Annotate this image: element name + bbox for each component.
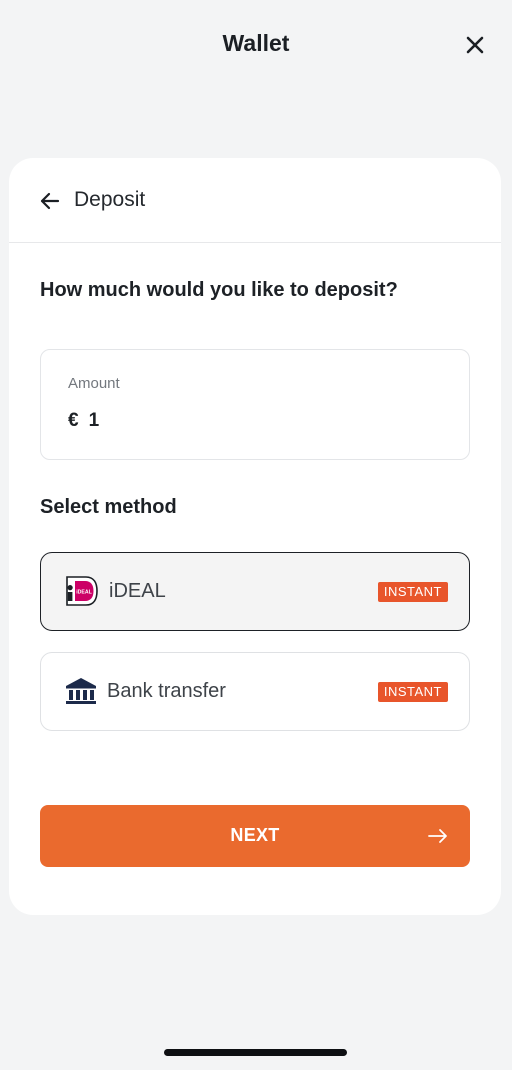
close-icon: [466, 36, 484, 54]
svg-text:iDEAL: iDEAL: [76, 589, 92, 595]
deposit-question: How much would you like to deposit?: [40, 279, 398, 301]
select-method-title: Select method: [40, 496, 177, 518]
home-indicator: [164, 1049, 347, 1056]
method-label-ideal: iDEAL: [109, 580, 166, 602]
method-bank-transfer[interactable]: Bank transfer INSTANT: [40, 652, 470, 731]
amount-field[interactable]: Amount €1: [40, 349, 470, 460]
instant-badge: INSTANT: [377, 582, 448, 602]
deposit-title: Deposit: [74, 188, 146, 211]
top-bar: Wallet: [0, 0, 512, 90]
bank-icon: [66, 678, 96, 704]
close-button[interactable]: [460, 30, 490, 60]
amount-value[interactable]: €1: [68, 410, 99, 432]
back-button[interactable]: [35, 186, 65, 216]
instant-badge: INSTANT: [377, 682, 448, 702]
ideal-logo-icon: iDEAL: [66, 576, 98, 606]
amount-label: Amount: [68, 375, 120, 392]
deposit-header: Deposit: [9, 158, 501, 243]
page-title: Wallet: [222, 30, 290, 56]
currency-symbol: €: [68, 410, 79, 431]
deposit-card: Deposit How much would you like to depos…: [9, 158, 501, 915]
next-label: NEXT: [230, 825, 280, 845]
next-button[interactable]: NEXT: [40, 805, 470, 867]
arrow-right-icon: [428, 829, 447, 843]
arrow-left-icon: [40, 192, 60, 210]
amount-input-value: 1: [88, 410, 100, 431]
method-label-bank: Bank transfer: [107, 680, 226, 702]
method-ideal[interactable]: iDEAL iDEAL INSTANT: [40, 552, 470, 631]
wallet-screen: Wallet Deposit How much would you like t…: [0, 0, 512, 1070]
